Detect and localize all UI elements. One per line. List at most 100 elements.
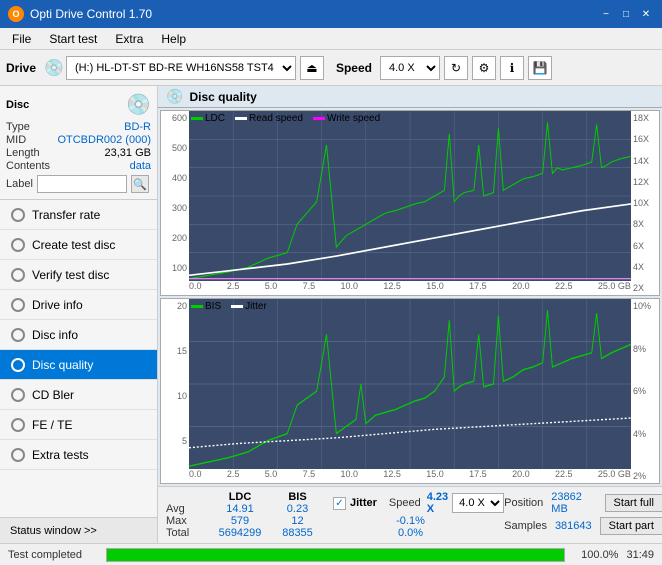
app-icon: O xyxy=(8,6,24,22)
bis-header: BIS xyxy=(270,491,325,503)
fe-te-icon xyxy=(10,417,26,433)
chart1-y-axis-left: 600 500 400 300 200 100 xyxy=(161,111,189,295)
avg-jitter: -0.1% xyxy=(383,515,438,527)
total-bis: 88355 xyxy=(270,527,325,539)
status-text: Test completed xyxy=(8,549,98,561)
speed-select[interactable]: 4.0 X xyxy=(380,56,440,80)
create-test-icon xyxy=(10,237,26,253)
menu-bar: File Start test Extra Help xyxy=(0,28,662,50)
max-label: Max xyxy=(166,515,210,527)
chart1-y-axis-right: 18X 16X 14X 12X 10X 8X 6X 4X 2X xyxy=(631,111,659,295)
menu-file[interactable]: File xyxy=(4,30,39,48)
chart2-x-axis: 0.0 2.5 5.0 7.5 10.0 12.5 15.0 17.5 20.0… xyxy=(189,469,631,483)
position-value: 23862 MB xyxy=(551,491,596,515)
nav-item-fe-te[interactable]: FE / TE xyxy=(0,410,157,440)
charts-area: LDC Read speed Write speed 600 500 400 xyxy=(158,108,662,486)
avg-label: Avg xyxy=(166,503,210,515)
nav-item-create-test-disc[interactable]: Create test disc xyxy=(0,230,157,260)
status-window-button[interactable]: Status window >> xyxy=(0,517,157,543)
jitter-checkbox[interactable] xyxy=(333,497,346,510)
ldc-header: LDC xyxy=(210,491,270,503)
settings-button[interactable]: ⚙ xyxy=(472,56,496,80)
window-controls: − □ ✕ xyxy=(598,6,654,22)
cd-bler-icon xyxy=(10,387,26,403)
max-bis: 12 xyxy=(270,515,325,527)
nav-item-disc-quality[interactable]: Disc quality xyxy=(0,350,157,380)
verify-test-icon xyxy=(10,267,26,283)
contents-value: data xyxy=(130,160,151,172)
start-part-button[interactable]: Start part xyxy=(600,517,662,535)
speed-value: 4.23 X xyxy=(427,491,448,515)
nav-item-extra-tests[interactable]: Extra tests xyxy=(0,440,157,470)
nav-item-disc-info[interactable]: Disc info xyxy=(0,320,157,350)
total-ldc: 5694299 xyxy=(210,527,270,539)
sidebar: Disc 💿 Type BD-R MID OTCBDR002 (000) Len… xyxy=(0,86,158,543)
nav-item-transfer-rate[interactable]: Transfer rate xyxy=(0,200,157,230)
menu-start-test[interactable]: Start test xyxy=(41,30,105,48)
read-speed-label: Read speed xyxy=(249,113,303,124)
chart2-inner xyxy=(189,299,631,469)
chart1-svg xyxy=(189,111,631,281)
disc-info-icon xyxy=(10,327,26,343)
nav-item-verify-test-disc[interactable]: Verify test disc xyxy=(0,260,157,290)
menu-extra[interactable]: Extra xyxy=(107,30,151,48)
toolbar: Drive 💿 (H:) HL-DT-ST BD-RE WH16NS58 TST… xyxy=(0,50,662,86)
bis-chart: BIS Jitter 20 15 10 5 10% xyxy=(160,298,660,484)
time-label: 31:49 xyxy=(626,549,654,561)
label-button[interactable]: 🔍 xyxy=(131,175,149,193)
nav-item-drive-info[interactable]: Drive info xyxy=(0,290,157,320)
bis-legend-label: BIS xyxy=(205,301,221,312)
drive-select[interactable]: (H:) HL-DT-ST BD-RE WH16NS58 TST4 xyxy=(66,56,296,80)
speed-label: Speed xyxy=(336,61,372,75)
speed-label: Speed xyxy=(389,497,421,509)
samples-label: Samples xyxy=(504,520,547,532)
dq-title: Disc quality xyxy=(189,90,256,104)
status-window-label: Status window >> xyxy=(10,525,97,537)
contents-label: Contents xyxy=(6,160,50,172)
disc-quality-icon xyxy=(10,357,26,373)
chart2-y-axis-left: 20 15 10 5 xyxy=(161,299,189,483)
length-value: 23,31 GB xyxy=(105,147,151,159)
dq-icon: 💿 xyxy=(166,88,183,105)
transfer-rate-icon xyxy=(10,207,26,223)
bottom-bar: Test completed 100.0% 31:49 xyxy=(0,543,662,565)
label-input[interactable] xyxy=(37,175,127,193)
start-full-button[interactable]: Start full xyxy=(605,494,662,512)
minimize-button[interactable]: − xyxy=(598,6,614,22)
main-area: Disc 💿 Type BD-R MID OTCBDR002 (000) Len… xyxy=(0,86,662,543)
refresh-button[interactable]: ↻ xyxy=(444,56,468,80)
type-label: Type xyxy=(6,121,30,133)
drive-info-icon xyxy=(10,297,26,313)
speed-dropdown[interactable]: 4.0 X xyxy=(452,493,504,513)
mid-value: OTCBDR002 (000) xyxy=(57,134,151,146)
disc-quality-header: 💿 Disc quality xyxy=(158,86,662,108)
bis-legend: BIS Jitter xyxy=(191,301,267,312)
nav-item-cd-bler[interactable]: CD Bler xyxy=(0,380,157,410)
info-button[interactable]: ℹ xyxy=(500,56,524,80)
max-ldc: 579 xyxy=(210,515,270,527)
stats-left: LDC BIS Avg 14.91 0.23 Max 579 12 Tota xyxy=(166,491,325,539)
close-button[interactable]: ✕ xyxy=(638,6,654,22)
nav-items: Transfer rate Create test disc Verify te… xyxy=(0,200,157,517)
chart2-y-axis-right: 10% 8% 6% 4% 2% xyxy=(631,299,659,483)
label-label: Label xyxy=(6,178,33,190)
progress-bar xyxy=(106,548,565,562)
samples-value: 381643 xyxy=(555,520,592,532)
avg-bis: 0.23 xyxy=(270,503,325,515)
chart1-inner xyxy=(189,111,631,281)
stats-area: LDC BIS Avg 14.91 0.23 Max 579 12 Tota xyxy=(158,486,662,543)
save-button[interactable]: 💾 xyxy=(528,56,552,80)
ldc-legend: LDC Read speed Write speed xyxy=(191,113,380,124)
max-jitter: 0.0% xyxy=(383,527,438,539)
app-title: Opti Drive Control 1.70 xyxy=(30,7,152,21)
type-value: BD-R xyxy=(124,121,151,133)
jitter-legend-label: Jitter xyxy=(245,301,267,312)
disc-panel: Disc 💿 Type BD-R MID OTCBDR002 (000) Len… xyxy=(0,86,157,200)
drive-icon: 💿 xyxy=(44,58,64,78)
content-area: 💿 Disc quality LDC Read speed xyxy=(158,86,662,543)
eject-button[interactable]: ⏏ xyxy=(300,56,324,80)
maximize-button[interactable]: □ xyxy=(618,6,634,22)
disc-icon: 💿 xyxy=(126,92,151,117)
total-label: Total xyxy=(166,527,210,539)
menu-help[interactable]: Help xyxy=(153,30,194,48)
